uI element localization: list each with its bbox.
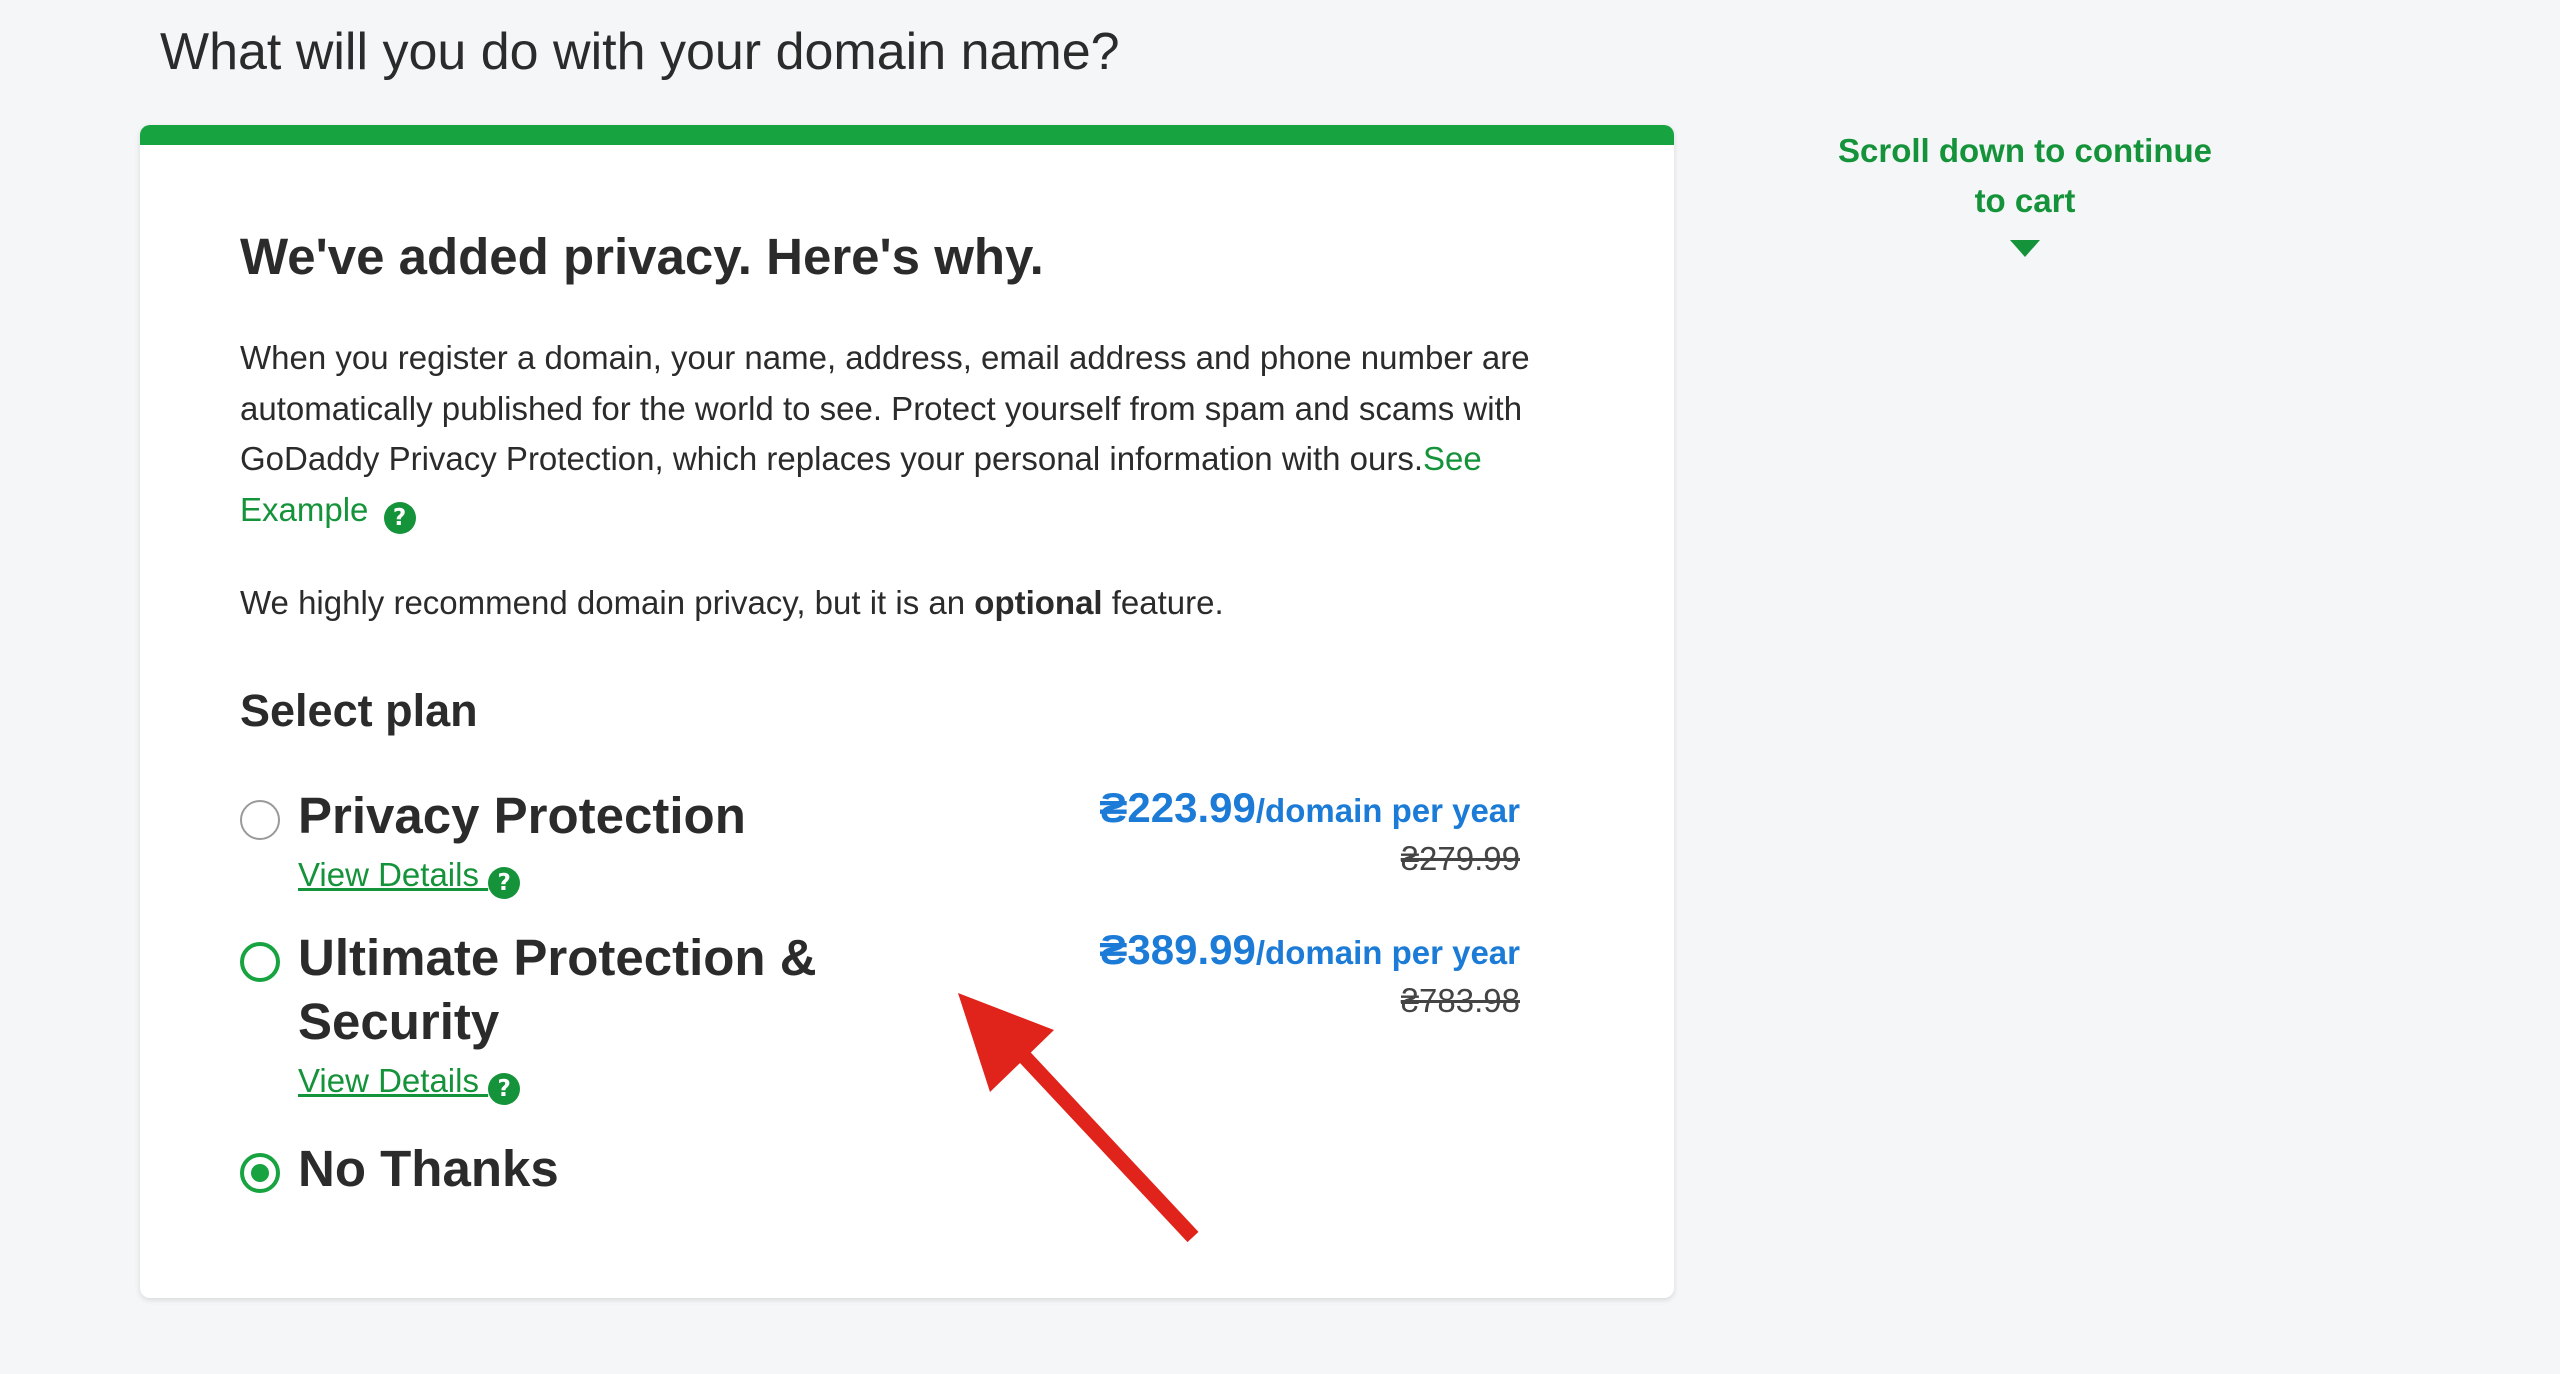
view-details-label[interactable]: View Details xyxy=(298,856,479,893)
plan-price-amount: ₴223.99 xyxy=(1099,784,1256,831)
recommendation-note: We highly recommend domain privacy, but … xyxy=(240,584,1224,622)
plan-ultimate-protection-radio[interactable] xyxy=(240,942,280,982)
card-heading: We've added privacy. Here's why. xyxy=(240,228,1044,285)
card-accent-bar xyxy=(140,125,1674,145)
plan-old-price: ₴279.99 xyxy=(1400,840,1520,877)
privacy-description: When you register a domain, your name, a… xyxy=(240,333,1600,535)
plan-no-thanks: No Thanks xyxy=(240,1129,1620,1209)
view-details-link[interactable]: View Details xyxy=(298,1062,521,1105)
privacy-card: We've added privacy. Here's why. When yo… xyxy=(140,125,1674,1298)
help-question-icon[interactable] xyxy=(488,1073,521,1105)
plan-old-price: ₴783.98 xyxy=(1400,982,1520,1019)
view-details-link[interactable]: View Details xyxy=(298,856,521,899)
plan-ultimate-protection: Ultimate Protection & Security View Deta… xyxy=(240,922,1620,1105)
plan-price-unit: /domain per year xyxy=(1255,934,1520,971)
view-details-label[interactable]: View Details xyxy=(298,1062,479,1099)
plan-privacy-protection: Privacy Protection View Details ₴223.99/… xyxy=(240,780,1620,900)
plan-price-amount: ₴389.99 xyxy=(1099,926,1256,973)
page-title: What will you do with your domain name? xyxy=(160,23,1120,81)
plan-price-unit: /domain per year xyxy=(1255,792,1520,829)
recommend-optional: optional xyxy=(974,584,1103,621)
select-plan-heading: Select plan xyxy=(240,685,478,736)
plan-name[interactable]: No Thanks xyxy=(298,1137,559,1201)
plan-price: ₴223.99/domain per year ₴279.99 xyxy=(1099,784,1520,878)
scroll-hint: Scroll down to continue to cart xyxy=(1785,126,2265,257)
caret-down-icon xyxy=(2010,240,2040,257)
plan-name[interactable]: Ultimate Protection & Security xyxy=(298,926,898,1054)
plan-privacy-protection-radio[interactable] xyxy=(240,800,280,840)
help-question-icon[interactable] xyxy=(383,501,416,534)
scroll-hint-line1: Scroll down to continue xyxy=(1838,132,2212,169)
privacy-description-text: When you register a domain, your name, a… xyxy=(240,339,1530,477)
recommend-prefix: We highly recommend domain privacy, but … xyxy=(240,584,975,621)
plan-price: ₴389.99/domain per year ₴783.98 xyxy=(1099,926,1520,1020)
plan-no-thanks-radio[interactable] xyxy=(240,1153,280,1193)
plan-name[interactable]: Privacy Protection xyxy=(298,784,746,848)
help-question-icon[interactable] xyxy=(488,867,521,899)
scroll-hint-line2: to cart xyxy=(1974,182,2076,219)
recommend-suffix: feature. xyxy=(1102,584,1224,621)
